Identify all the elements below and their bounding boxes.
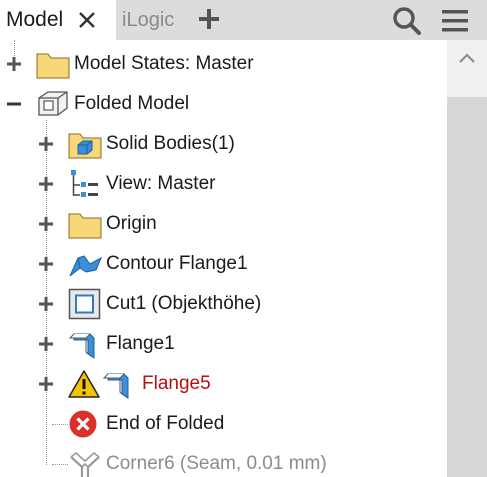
tree-item-label: Contour Flange1 bbox=[106, 253, 248, 274]
expand-plus-icon[interactable] bbox=[38, 176, 54, 192]
expand-plus-icon[interactable] bbox=[38, 136, 54, 152]
tree-item-label: Flange1 bbox=[106, 333, 175, 354]
tree-item-cut1[interactable]: Cut1 (Objekthöhe) bbox=[0, 284, 447, 324]
search-icon[interactable] bbox=[392, 6, 422, 36]
tree-item-flange1[interactable]: Flange1 bbox=[0, 324, 447, 364]
expand-plus-icon[interactable] bbox=[38, 336, 54, 352]
tree-item-label: View: Master bbox=[106, 173, 216, 194]
expand-plus-icon[interactable] bbox=[38, 256, 54, 272]
tree-item-label: Model States: Master bbox=[74, 53, 254, 74]
tree-item-label: End of Folded bbox=[106, 413, 225, 434]
model-browser-tree: Model States: Master Folded Model Solid … bbox=[0, 40, 447, 477]
tree-item-label: Corner6 (Seam, 0.01 mm) bbox=[106, 453, 327, 474]
hamburger-menu-icon[interactable] bbox=[440, 6, 470, 36]
tree-item-view-master[interactable]: View: Master bbox=[0, 164, 447, 204]
expand-plus-icon[interactable] bbox=[38, 216, 54, 232]
cut-icon bbox=[68, 288, 101, 320]
tree-item-origin[interactable]: Origin bbox=[0, 204, 447, 244]
chevron-up-icon[interactable] bbox=[457, 50, 477, 66]
tree-item-label: Flange5 bbox=[142, 373, 211, 394]
tree-item-label: Cut1 (Objekthöhe) bbox=[106, 293, 262, 314]
folder-icon bbox=[36, 53, 70, 79]
flange-icon bbox=[102, 373, 129, 399]
plus-icon[interactable] bbox=[197, 7, 221, 31]
tree-item-solid-bodies[interactable]: Solid Bodies(1) bbox=[0, 124, 447, 164]
tree-item-contour-flange1[interactable]: Contour Flange1 bbox=[0, 244, 447, 284]
error-icon bbox=[69, 410, 97, 438]
tree-item-model-states[interactable]: Model States: Master bbox=[0, 44, 447, 84]
tree-item-folded-model[interactable]: Folded Model bbox=[0, 84, 447, 124]
expand-plus-icon[interactable] bbox=[6, 56, 22, 72]
tab-model[interactable]: Model bbox=[0, 0, 116, 40]
warning-icon bbox=[68, 370, 100, 398]
sheet-metal-part-icon bbox=[38, 91, 68, 116]
vertical-scrollbar[interactable] bbox=[447, 40, 487, 477]
tree-item-end-of-folded[interactable]: End of Folded bbox=[0, 404, 447, 444]
collapse-minus-icon[interactable] bbox=[6, 96, 22, 112]
folder-icon bbox=[68, 213, 102, 239]
expand-plus-icon[interactable] bbox=[38, 376, 54, 392]
tab-ilogic[interactable]: iLogic bbox=[122, 0, 174, 40]
contour-flange-icon bbox=[69, 255, 102, 277]
close-icon[interactable] bbox=[77, 10, 97, 30]
tree-item-label: Folded Model bbox=[74, 93, 190, 114]
expand-plus-icon[interactable] bbox=[38, 296, 54, 312]
tab-model-label: Model bbox=[6, 8, 64, 31]
solid-bodies-folder-icon bbox=[68, 133, 102, 159]
tree-item-corner6[interactable]: Corner6 (Seam, 0.01 mm) bbox=[0, 444, 447, 477]
tree-item-label: Solid Bodies(1) bbox=[106, 133, 235, 154]
corner-seam-icon bbox=[70, 451, 100, 477]
tab-ilogic-label: iLogic bbox=[122, 8, 175, 31]
tree-item-label: Origin bbox=[106, 213, 157, 234]
scrollbar-thumb[interactable] bbox=[447, 97, 487, 477]
flange-icon bbox=[68, 333, 95, 359]
browser-tab-bar: Model iLogic bbox=[0, 0, 487, 40]
view-representation-icon bbox=[71, 170, 98, 197]
tree-item-flange5[interactable]: Flange5 bbox=[0, 364, 447, 404]
